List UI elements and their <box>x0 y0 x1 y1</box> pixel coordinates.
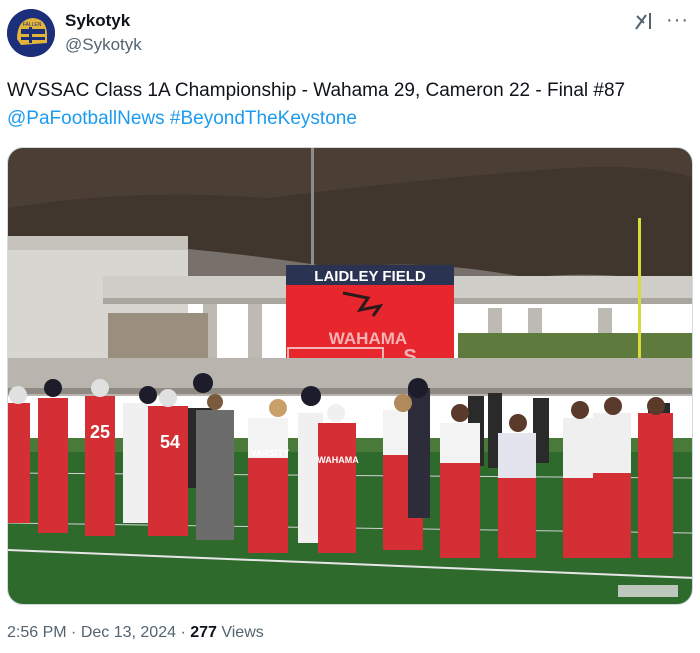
scoreboard-team-text: WAHAMA <box>329 329 407 348</box>
tweet-photo[interactable]: LAIDLEY FIELD WAHAMA S 25 54 VARSITY WAH… <box>7 147 693 605</box>
views-count[interactable]: 277 <box>190 624 217 641</box>
tweet-time[interactable]: 2:56 PM <box>7 624 67 641</box>
grok-icon[interactable] <box>633 10 655 32</box>
tweet-date[interactable]: Dec 13, 2024 <box>81 624 176 641</box>
author-handle[interactable]: @Sykotyk <box>65 35 142 55</box>
meta-separator: · <box>176 624 191 641</box>
tweet-meta: 2:56 PM · Dec 13, 2024 · 277 Views <box>7 624 264 642</box>
meta-separator: · <box>66 624 81 641</box>
tweet-hashtags-line: @PaFootballNews #BeyondTheKeystone <box>7 105 693 133</box>
tweet-text-line: WVSSAC Class 1A Championship - Wahama 29… <box>7 80 626 101</box>
jersey-number-54: 54 <box>160 432 180 452</box>
jersey-number-25: 25 <box>90 422 110 442</box>
scoreboard-top-text: LAIDLEY FIELD <box>314 268 426 285</box>
views-label: Views <box>216 624 264 641</box>
helmet-avatar-icon[interactable]: FALLEN <box>7 9 55 57</box>
more-icon[interactable]: ··· <box>666 9 689 31</box>
mention-link[interactable]: @PaFootballNews <box>7 108 165 129</box>
jersey-text-wahama: WAHAMA <box>317 455 359 465</box>
tweet-text: WVSSAC Class 1A Championship - Wahama 29… <box>7 77 693 133</box>
tweet-header: FALLEN Sykotyk @Sykotyk ··· <box>7 7 693 61</box>
jersey-text-varsity: VARSITY <box>251 448 289 458</box>
author-display-name[interactable]: Sykotyk <box>65 11 130 31</box>
svg-text:FALLEN: FALLEN <box>23 22 42 28</box>
hashtag-link[interactable]: #BeyondTheKeystone <box>170 108 357 129</box>
